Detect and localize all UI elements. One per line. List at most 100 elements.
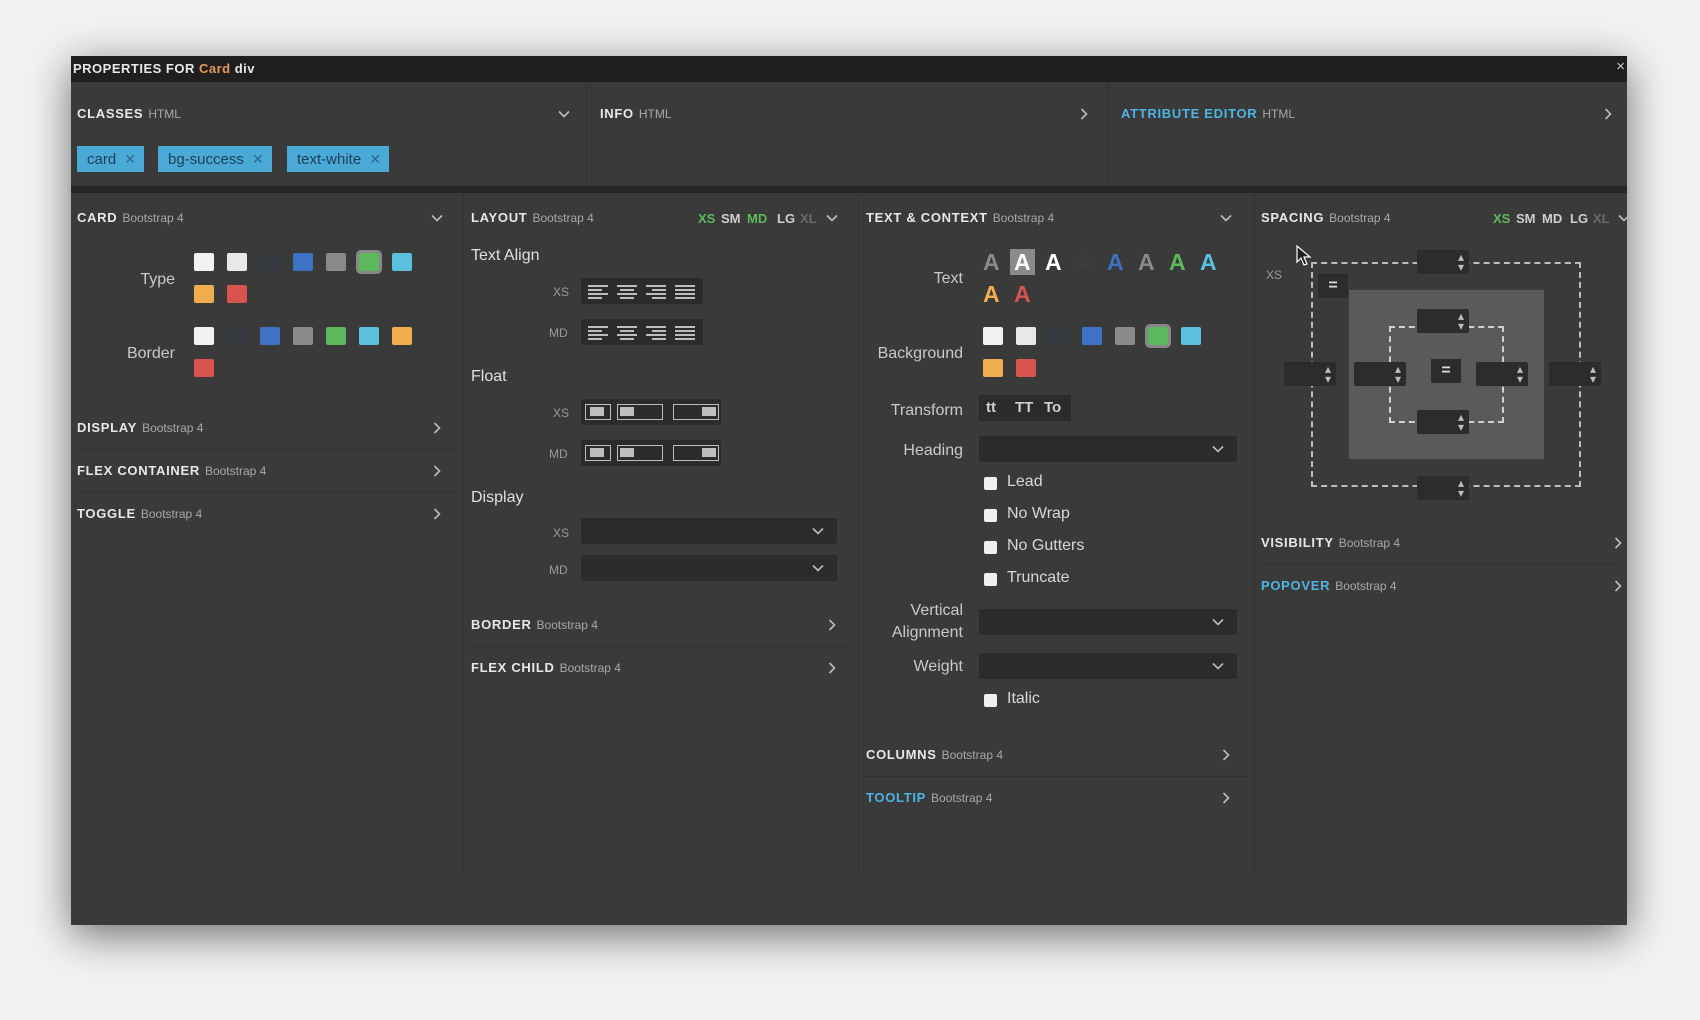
align-justify-icon[interactable] xyxy=(672,283,698,299)
breakpoint-md[interactable]: MD xyxy=(747,211,767,226)
align-justify-icon[interactable] xyxy=(672,324,698,340)
breakpoint-md[interactable]: MD xyxy=(1542,211,1562,226)
display-xs-select[interactable] xyxy=(581,518,837,544)
align-left-icon[interactable] xyxy=(585,324,611,340)
breakpoint-sm[interactable]: SM xyxy=(1516,211,1536,226)
color-swatch[interactable] xyxy=(227,327,247,345)
chevron-right-icon[interactable] xyxy=(1077,107,1091,121)
text-context-header[interactable]: TEXT & CONTEXT Bootstrap 4 xyxy=(866,210,1054,225)
breakpoint-xl[interactable]: XL xyxy=(1593,211,1610,226)
info-header[interactable]: INFO HTML xyxy=(600,106,672,121)
class-tag-card[interactable]: card ✕ xyxy=(77,146,144,172)
padding-right-stepper[interactable]: ▴ ▾ xyxy=(1476,362,1528,386)
text-color-option[interactable]: A xyxy=(1076,249,1093,275)
close-icon[interactable]: × xyxy=(1616,58,1625,75)
color-swatch[interactable] xyxy=(260,327,280,345)
chevron-right-icon[interactable] xyxy=(430,464,444,478)
float-left-icon[interactable] xyxy=(617,404,663,420)
border-section-header[interactable]: BORDER Bootstrap 4 xyxy=(471,617,598,632)
color-swatch[interactable] xyxy=(227,253,247,271)
float-none-icon[interactable] xyxy=(585,445,611,461)
padding-left-stepper[interactable]: ▴ ▾ xyxy=(1354,362,1406,386)
class-tag-bg-success[interactable]: bg-success ✕ xyxy=(158,146,272,172)
classes-header[interactable]: CLASSES HTML xyxy=(77,106,181,121)
chevron-down-icon[interactable] xyxy=(1219,211,1233,225)
chevron-right-icon[interactable] xyxy=(825,618,839,632)
margin-right-stepper[interactable]: ▴ ▾ xyxy=(1549,362,1601,386)
text-color-option[interactable]: A xyxy=(1107,249,1124,275)
attribute-editor-header[interactable]: ATTRIBUTE EDITOR HTML xyxy=(1121,106,1295,121)
text-color-option[interactable]: A xyxy=(983,249,1000,275)
margin-bottom-stepper[interactable]: ▴ ▾ xyxy=(1417,476,1469,500)
color-swatch[interactable] xyxy=(1145,324,1171,348)
align-right-icon[interactable] xyxy=(643,324,669,340)
align-left-icon[interactable] xyxy=(585,283,611,299)
color-swatch[interactable] xyxy=(356,250,382,274)
float-left-icon[interactable] xyxy=(617,445,663,461)
align-center-icon[interactable] xyxy=(614,283,640,299)
chevron-right-icon[interactable] xyxy=(825,661,839,675)
italic-checkbox[interactable] xyxy=(984,694,997,707)
remove-tag-icon[interactable]: ✕ xyxy=(369,151,381,167)
chevron-right-icon[interactable] xyxy=(1611,536,1625,550)
flex-child-header[interactable]: FLEX CHILD Bootstrap 4 xyxy=(471,660,621,675)
text-color-option[interactable]: A xyxy=(983,281,1000,307)
spacing-header[interactable]: SPACING Bootstrap 4 xyxy=(1261,210,1391,225)
remove-tag-icon[interactable]: ✕ xyxy=(124,151,136,167)
text-color-option[interactable]: A xyxy=(1010,249,1035,275)
padding-top-stepper[interactable]: ▴ ▾ xyxy=(1417,309,1469,333)
float-right-icon[interactable] xyxy=(673,445,719,461)
toggle-header[interactable]: TOGGLE Bootstrap 4 xyxy=(77,506,202,521)
breakpoint-lg[interactable]: LG xyxy=(1570,211,1588,226)
margin-top-stepper[interactable]: ▴ ▾ xyxy=(1417,250,1469,274)
color-swatch[interactable] xyxy=(1082,327,1102,345)
remove-tag-icon[interactable]: ✕ xyxy=(252,151,264,167)
float-none-icon[interactable] xyxy=(585,404,611,420)
color-swatch[interactable] xyxy=(227,285,247,303)
color-swatch[interactable] xyxy=(1049,327,1069,345)
weight-select[interactable] xyxy=(979,653,1237,679)
margin-equal-button[interactable]: = xyxy=(1318,274,1348,298)
color-swatch[interactable] xyxy=(359,327,379,345)
color-swatch[interactable] xyxy=(1115,327,1135,345)
color-swatch[interactable] xyxy=(392,327,412,345)
color-swatch[interactable] xyxy=(194,327,214,345)
card-header[interactable]: CARD Bootstrap 4 xyxy=(77,210,184,225)
transform-uppercase-button[interactable]: TT xyxy=(1015,399,1033,416)
chevron-right-icon[interactable] xyxy=(1601,107,1615,121)
transform-lowercase-button[interactable]: tt xyxy=(986,399,996,416)
chevron-right-icon[interactable] xyxy=(430,507,444,521)
color-swatch[interactable] xyxy=(194,253,214,271)
chevron-right-icon[interactable] xyxy=(1219,748,1233,762)
chevron-down-icon[interactable] xyxy=(557,107,571,121)
popover-header[interactable]: POPOVER Bootstrap 4 xyxy=(1261,578,1397,593)
text-color-option[interactable]: A xyxy=(1138,249,1155,275)
chevron-down-icon[interactable] xyxy=(1617,211,1627,225)
color-swatch[interactable] xyxy=(983,327,1003,345)
color-swatch[interactable] xyxy=(293,253,313,271)
truncate-checkbox[interactable] xyxy=(984,573,997,586)
color-swatch[interactable] xyxy=(1016,327,1036,345)
color-swatch[interactable] xyxy=(983,359,1003,377)
breakpoint-sm[interactable]: SM xyxy=(721,211,741,226)
chevron-right-icon[interactable] xyxy=(430,421,444,435)
color-swatch[interactable] xyxy=(293,327,313,345)
layout-header[interactable]: LAYOUT Bootstrap 4 xyxy=(471,210,594,225)
color-swatch[interactable] xyxy=(326,253,346,271)
color-swatch[interactable] xyxy=(260,253,280,271)
align-right-icon[interactable] xyxy=(643,283,669,299)
text-color-option[interactable]: A xyxy=(1200,249,1217,275)
no-gutters-checkbox[interactable] xyxy=(984,541,997,554)
float-right-icon[interactable] xyxy=(673,404,719,420)
breakpoint-xl[interactable]: XL xyxy=(800,211,817,226)
transform-capitalize-button[interactable]: To xyxy=(1044,399,1061,416)
color-swatch[interactable] xyxy=(1016,359,1036,377)
margin-left-stepper[interactable]: ▴ ▾ xyxy=(1284,362,1336,386)
class-tag-text-white[interactable]: text-white ✕ xyxy=(287,146,389,172)
breakpoint-xs[interactable]: XS xyxy=(1493,211,1510,226)
visibility-header[interactable]: VISIBILITY Bootstrap 4 xyxy=(1261,535,1400,550)
lead-checkbox[interactable] xyxy=(984,477,997,490)
text-color-option[interactable]: A xyxy=(1169,249,1186,275)
color-swatch[interactable] xyxy=(392,253,412,271)
chevron-right-icon[interactable] xyxy=(1219,791,1233,805)
